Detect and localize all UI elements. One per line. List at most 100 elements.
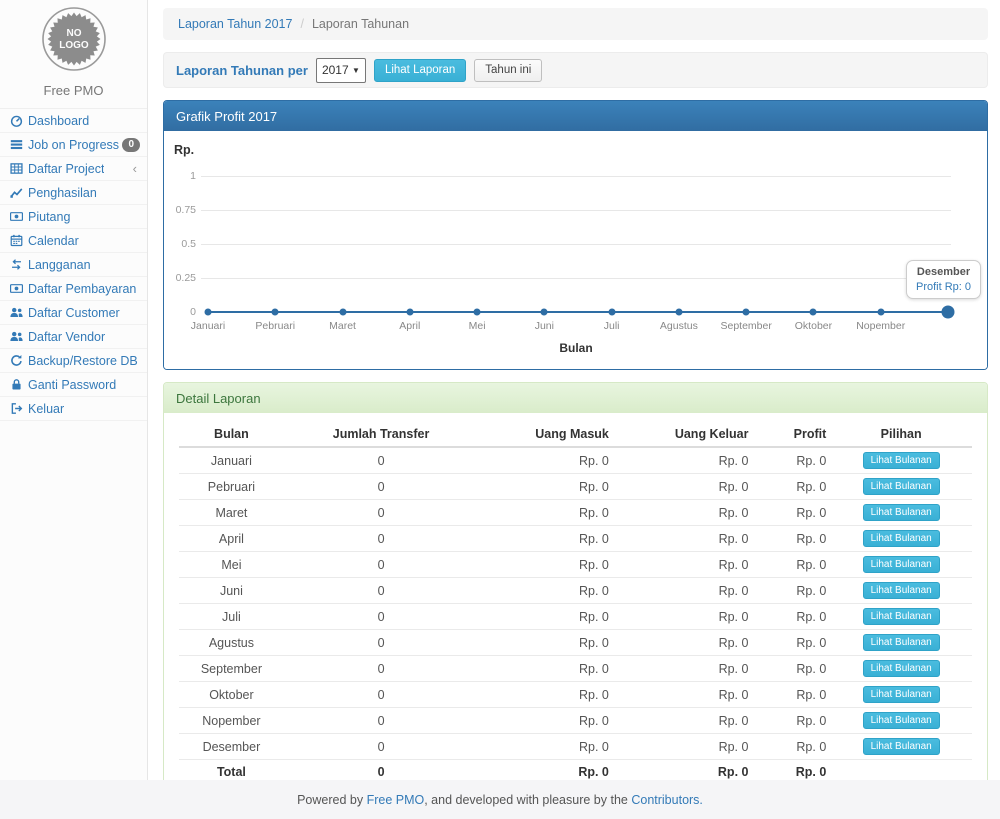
detail-report-panel: Detail Laporan BulanJumlah TransferUang … xyxy=(163,382,988,780)
sidebar-item-daftar-customer[interactable]: Daftar Customer xyxy=(0,301,147,325)
sidebar-item-calendar[interactable]: Calendar xyxy=(0,229,147,253)
view-monthly-button-maret[interactable]: Lihat Bulanan xyxy=(863,504,940,521)
cell-keluar: Rp. 0 xyxy=(613,734,753,760)
filter-label: Laporan Tahunan per xyxy=(176,63,308,78)
cell-profit: Rp. 0 xyxy=(752,578,830,604)
cell-jumlah: 0 xyxy=(284,734,478,760)
view-monthly-button-agustus[interactable]: Lihat Bulanan xyxy=(863,634,940,651)
sidebar-item-piutang[interactable]: Piutang xyxy=(0,205,147,229)
x-axis-tick-label: Pebruari xyxy=(239,320,311,332)
data-point-nopember[interactable] xyxy=(877,309,884,316)
sidebar-item-langganan[interactable]: Langganan xyxy=(0,253,147,277)
chart-gridline xyxy=(201,176,951,177)
profit-chart-panel: Grafik Profit 2017 Rp. Desember Profit R… xyxy=(163,100,988,370)
sidebar-item-penghasilan[interactable]: Penghasilan xyxy=(0,181,147,205)
data-point-desember[interactable] xyxy=(942,306,955,319)
total-keluar: Rp. 0 xyxy=(613,760,753,781)
sidebar-item-daftar-vendor[interactable]: Daftar Vendor xyxy=(0,325,147,349)
table-row-april: April0Rp. 0Rp. 0Rp. 0Lihat Bulanan xyxy=(179,526,972,552)
cell-jumlah: 0 xyxy=(284,447,478,474)
cell-bulan: Agustus xyxy=(179,630,284,656)
x-axis-tick-label: Nopember xyxy=(845,320,917,332)
cell-jumlah: 0 xyxy=(284,604,478,630)
cell-masuk: Rp. 0 xyxy=(478,630,613,656)
year-select-value: 2017 xyxy=(322,63,349,77)
page-footer: Powered by Free PMO, and developed with … xyxy=(0,780,1000,819)
cell-bulan: Januari xyxy=(179,447,284,474)
caret-down-icon: ▼ xyxy=(352,66,360,75)
view-report-button[interactable]: Lihat Laporan xyxy=(374,59,466,82)
sidebar-item-daftar-project[interactable]: Daftar Project‹ xyxy=(0,157,147,181)
sidebar-item-dashboard[interactable]: Dashboard xyxy=(0,109,147,133)
cell-jumlah: 0 xyxy=(284,500,478,526)
view-monthly-button-desember[interactable]: Lihat Bulanan xyxy=(863,738,940,755)
cell-profit: Rp. 0 xyxy=(752,604,830,630)
data-point-pebruari[interactable] xyxy=(272,309,279,316)
x-axis-tick-label: Oktober xyxy=(777,320,849,332)
data-point-agustus[interactable] xyxy=(675,309,682,316)
data-point-april[interactable] xyxy=(406,309,413,316)
view-monthly-button-juni[interactable]: Lihat Bulanan xyxy=(863,582,940,599)
year-select[interactable]: 2017 ▼ xyxy=(316,58,366,83)
money-icon xyxy=(7,210,25,223)
chart-panel-title: Grafik Profit 2017 xyxy=(164,101,987,131)
money-icon xyxy=(7,282,25,295)
sidebar-item-label: Penghasilan xyxy=(28,186,97,200)
cell-keluar: Rp. 0 xyxy=(613,630,753,656)
cell-masuk: Rp. 0 xyxy=(478,447,613,474)
this-year-button[interactable]: Tahun ini xyxy=(474,59,542,82)
data-point-mei[interactable] xyxy=(474,309,481,316)
cell-profit: Rp. 0 xyxy=(752,474,830,500)
cell-masuk: Rp. 0 xyxy=(478,682,613,708)
report-filter-bar: Laporan Tahunan per 2017 ▼ Lihat Laporan… xyxy=(163,52,988,88)
cell-masuk: Rp. 0 xyxy=(478,578,613,604)
users-icon xyxy=(7,306,25,319)
x-axis-tick-label: Juli xyxy=(576,320,648,332)
data-point-oktober[interactable] xyxy=(810,309,817,316)
sidebar-item-label: Backup/Restore DB xyxy=(28,354,138,368)
cell-profit: Rp. 0 xyxy=(752,630,830,656)
sidebar-item-backup-restore-db[interactable]: Backup/Restore DB xyxy=(0,349,147,373)
cell-bulan: Maret xyxy=(179,500,284,526)
table-row-juli: Juli0Rp. 0Rp. 0Rp. 0Lihat Bulanan xyxy=(179,604,972,630)
line-chart-icon xyxy=(7,186,25,199)
cell-bulan: Pebruari xyxy=(179,474,284,500)
view-monthly-button-nopember[interactable]: Lihat Bulanan xyxy=(863,712,940,729)
table-row-desember: Desember0Rp. 0Rp. 0Rp. 0Lihat Bulanan xyxy=(179,734,972,760)
view-monthly-button-oktober[interactable]: Lihat Bulanan xyxy=(863,686,940,703)
cell-masuk: Rp. 0 xyxy=(478,474,613,500)
breadcrumb-link-laporan-tahun[interactable]: Laporan Tahun 2017 xyxy=(178,17,292,31)
cell-masuk: Rp. 0 xyxy=(478,656,613,682)
total-jumlah: 0 xyxy=(284,760,478,781)
main-content: Laporan Tahun 2017 / Laporan Tahunan Lap… xyxy=(148,0,1000,780)
data-point-juni[interactable] xyxy=(541,309,548,316)
lock-icon xyxy=(7,378,25,391)
cell-bulan: September xyxy=(179,656,284,682)
refresh-icon xyxy=(7,354,25,367)
view-monthly-button-juli[interactable]: Lihat Bulanan xyxy=(863,608,940,625)
view-monthly-button-september[interactable]: Lihat Bulanan xyxy=(863,660,940,677)
data-point-juli[interactable] xyxy=(608,309,615,316)
data-point-september[interactable] xyxy=(743,309,750,316)
data-point-maret[interactable] xyxy=(339,309,346,316)
sidebar-item-keluar[interactable]: Keluar xyxy=(0,397,147,421)
cell-profit: Rp. 0 xyxy=(752,708,830,734)
exchange-icon xyxy=(7,258,25,271)
footer-link-free-pmo[interactable]: Free PMO xyxy=(367,793,425,807)
cell-profit: Rp. 0 xyxy=(752,447,830,474)
view-monthly-button-april[interactable]: Lihat Bulanan xyxy=(863,530,940,547)
profit-line-chart: Rp. Desember Profit Rp: 0 00.250.50.751J… xyxy=(164,131,987,369)
view-monthly-button-januari[interactable]: Lihat Bulanan xyxy=(863,452,940,469)
footer-link-contributors[interactable]: Contributors. xyxy=(631,793,703,807)
y-axis-tick-label: 0.75 xyxy=(164,204,196,216)
sidebar-item-job-on-progress[interactable]: Job on Progress0 xyxy=(0,133,147,157)
profit-series-line xyxy=(208,311,948,313)
view-monthly-button-pebruari[interactable]: Lihat Bulanan xyxy=(863,478,940,495)
sign-out-icon xyxy=(7,402,25,415)
sidebar-item-ganti-password[interactable]: Ganti Password xyxy=(0,373,147,397)
data-point-januari[interactable] xyxy=(205,309,212,316)
total-masuk: Rp. 0 xyxy=(478,760,613,781)
view-monthly-button-mei[interactable]: Lihat Bulanan xyxy=(863,556,940,573)
sidebar-item-daftar-pembayaran[interactable]: Daftar Pembayaran xyxy=(0,277,147,301)
sidebar-item-label: Job on Progress xyxy=(28,138,119,152)
